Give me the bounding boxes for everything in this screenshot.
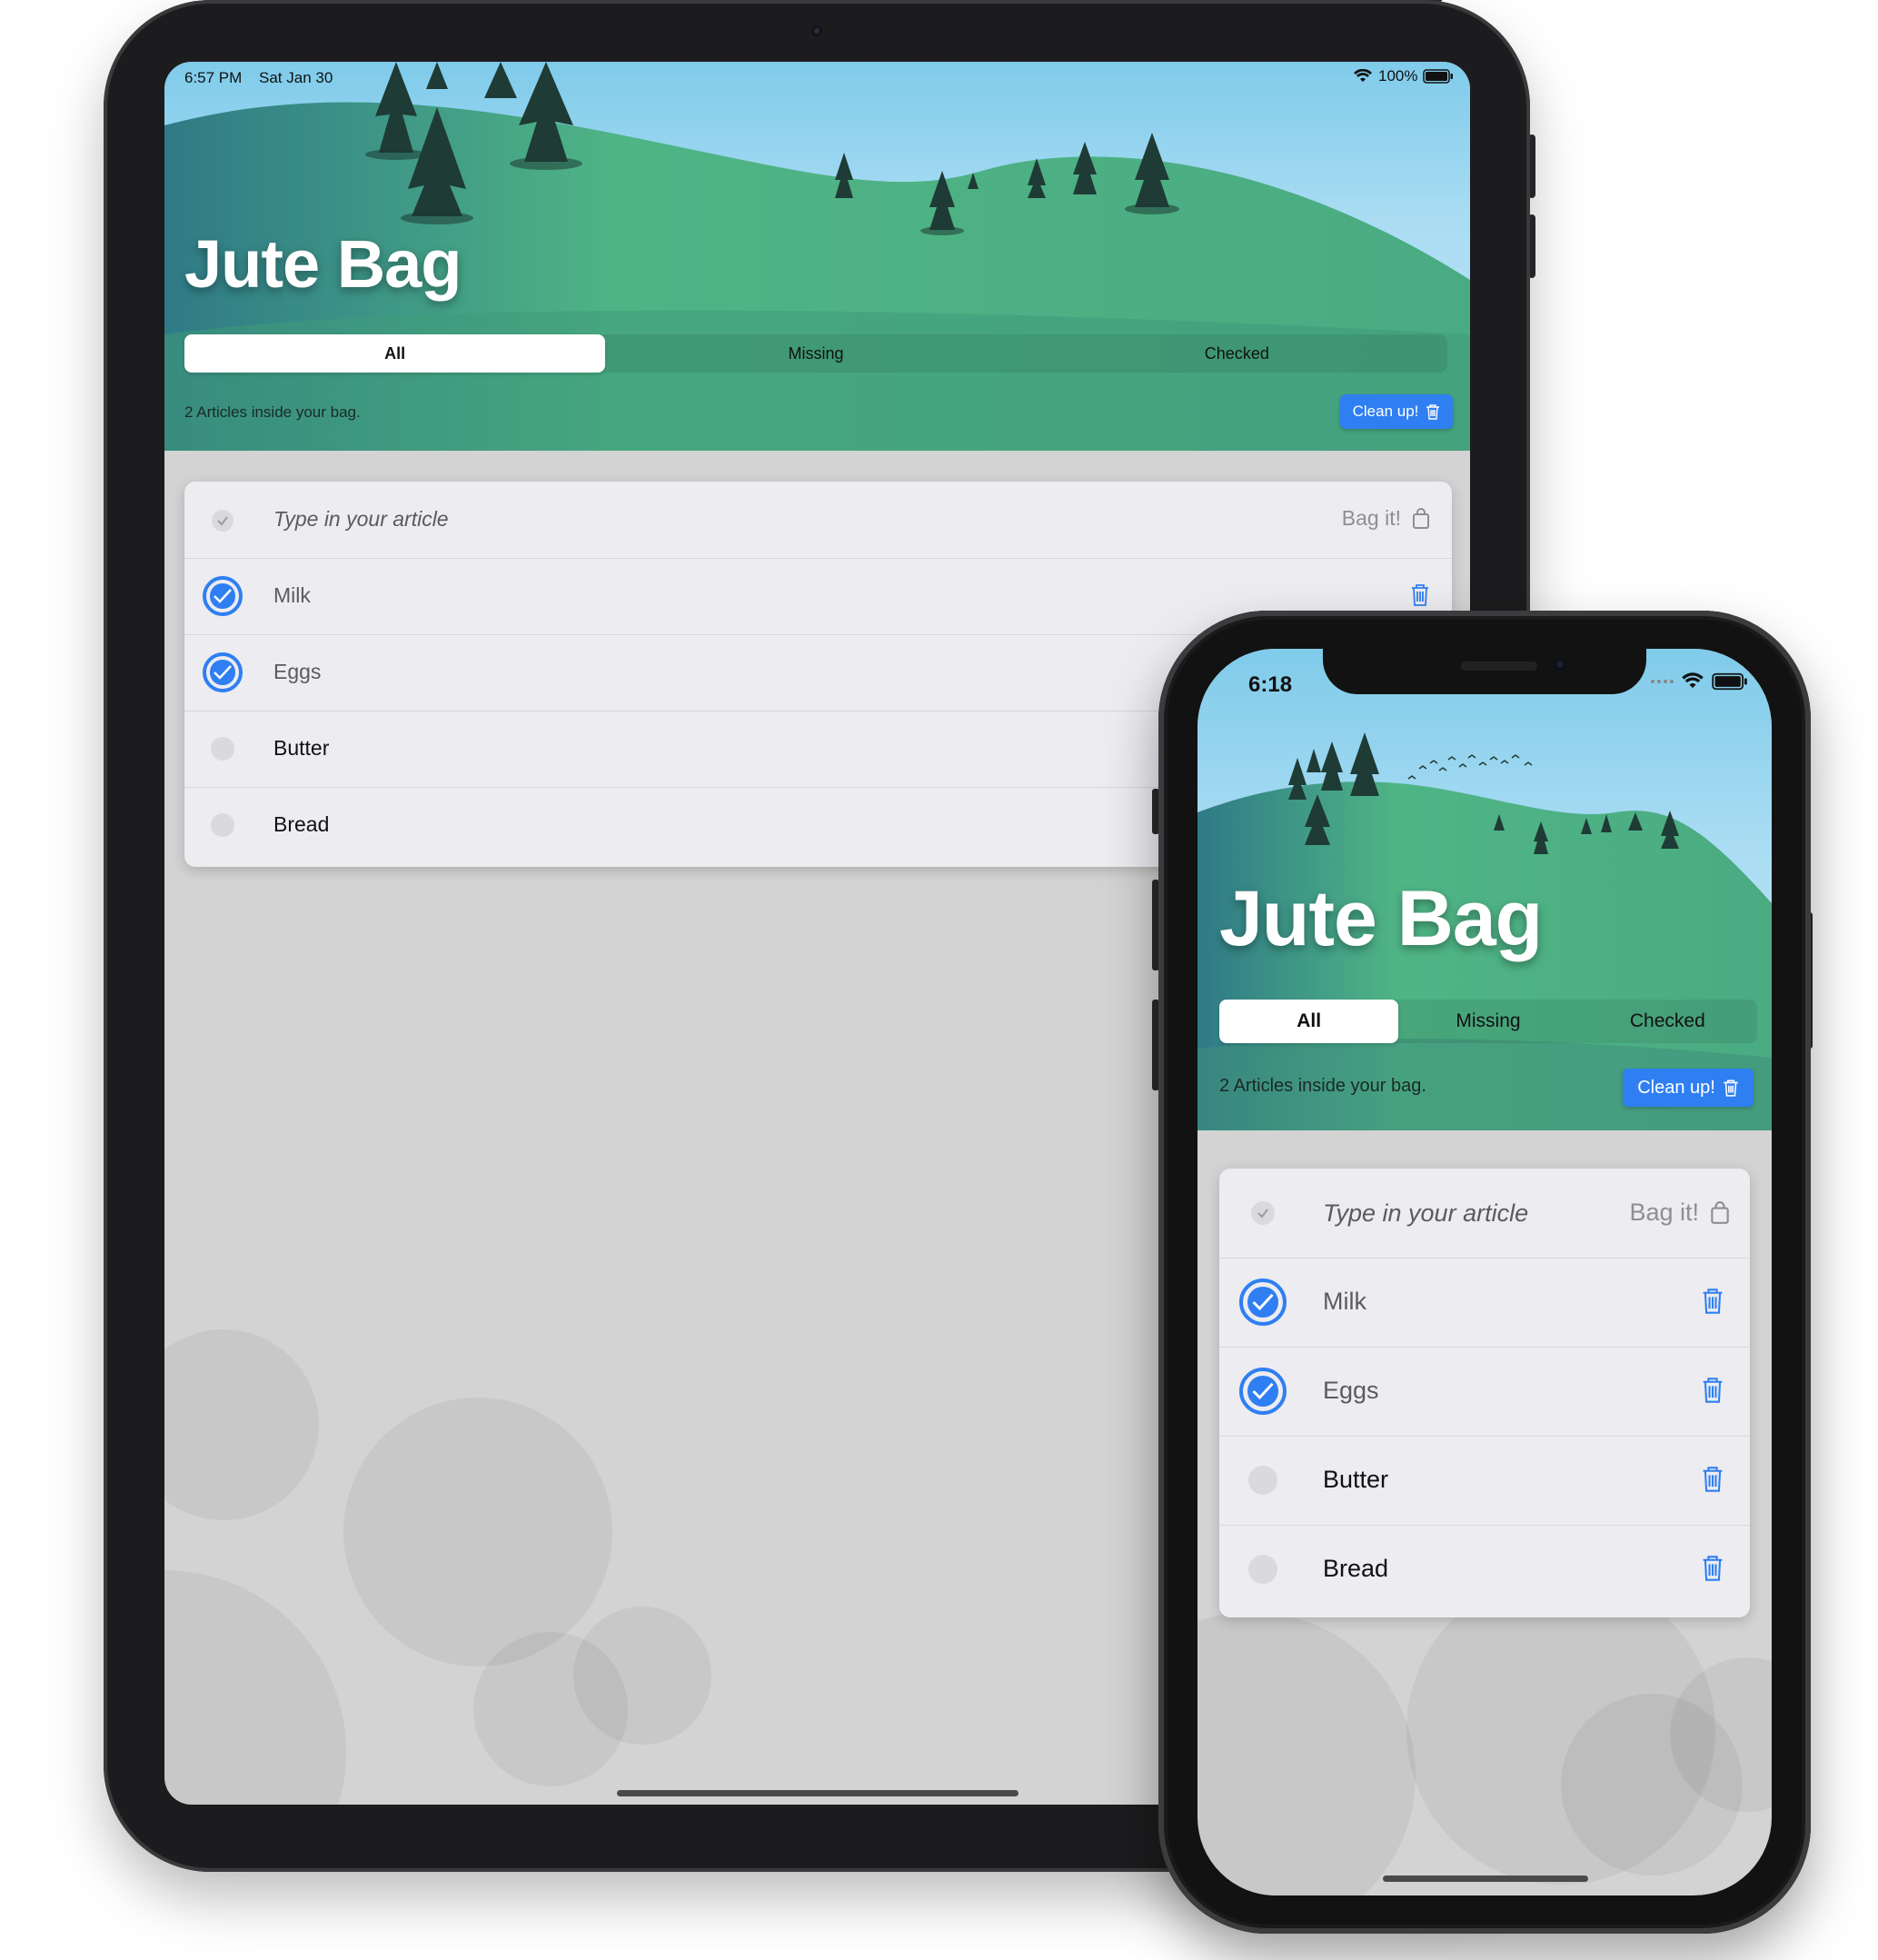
background-bubble <box>1197 1612 1416 1895</box>
checkmark-icon <box>214 665 232 680</box>
header-banner: 6:57 PM Sat Jan 30 100% Jute Bag All Mis… <box>164 62 1470 451</box>
background-bubble <box>164 1329 319 1520</box>
tab-checked[interactable]: Checked <box>1578 1000 1757 1043</box>
signal-icon <box>1651 680 1674 683</box>
app-title: Jute Bag <box>184 226 462 302</box>
article-list: Type in your article Bag it! Milk Eggs B… <box>1219 1169 1750 1617</box>
bag-it-label: Bag it! <box>1629 1199 1699 1226</box>
wifi-icon <box>1354 69 1372 82</box>
background-bubble <box>343 1398 612 1666</box>
trash-icon[interactable] <box>1410 583 1430 607</box>
trash-icon[interactable] <box>1701 1466 1724 1493</box>
app-title: Jute Bag <box>1219 875 1543 962</box>
item-checkbox-unchecked[interactable] <box>1248 1555 1277 1584</box>
filter-segmented-control: All Missing Checked <box>1219 1000 1757 1043</box>
home-indicator[interactable] <box>1383 1875 1588 1882</box>
item-label: Butter <box>273 736 330 760</box>
checkmark-icon <box>1257 1209 1268 1219</box>
item-label: Bread <box>1323 1555 1389 1582</box>
clean-up-label: Clean up! <box>1352 403 1419 420</box>
status-right <box>1650 672 1748 691</box>
clean-up-button[interactable]: Clean up! <box>1340 394 1453 429</box>
list-item[interactable]: Milk <box>1219 1258 1750 1348</box>
bag-it-label: Bag it! <box>1341 506 1401 530</box>
clean-up-button[interactable]: Clean up! <box>1623 1069 1754 1107</box>
item-label: Eggs <box>1323 1377 1379 1404</box>
home-indicator[interactable] <box>617 1790 1018 1796</box>
background-bubble <box>164 1570 346 1805</box>
articles-count-text: 2 Articles inside your bag. <box>184 403 361 421</box>
item-label: Butter <box>1323 1466 1389 1493</box>
item-checkbox-unchecked[interactable] <box>211 813 234 837</box>
filter-segmented-control: All Missing Checked <box>184 334 1447 373</box>
tab-all[interactable]: All <box>184 334 606 373</box>
item-checkbox-unchecked[interactable] <box>211 737 234 761</box>
checkmark-icon <box>1252 1382 1274 1400</box>
trash-icon[interactable] <box>1701 1555 1724 1582</box>
battery-icon <box>1423 69 1454 84</box>
battery-percent: 100% <box>1378 67 1418 85</box>
wifi-icon <box>1682 672 1704 689</box>
earpiece-speaker <box>1461 662 1537 671</box>
item-label: Milk <box>1323 1288 1366 1315</box>
status-time: 6:18 <box>1248 672 1293 697</box>
checkmark-icon <box>217 516 228 526</box>
bag-it-button[interactable]: Bag it! <box>1342 506 1430 531</box>
bag-it-button[interactable]: Bag it! <box>1629 1199 1730 1227</box>
clean-up-label: Clean up! <box>1637 1077 1715 1098</box>
tab-missing[interactable]: Missing <box>605 334 1026 373</box>
background-bubble <box>573 1607 711 1745</box>
bag-icon <box>1413 507 1429 529</box>
list-item[interactable]: Butter <box>1219 1436 1750 1526</box>
tab-checked[interactable]: Checked <box>1027 334 1447 373</box>
article-input[interactable]: Type in your article <box>273 507 449 532</box>
header-banner: 6:18 Jute Bag All Missing Checked 2 Arti… <box>1197 649 1772 1130</box>
trash-icon <box>1724 1079 1738 1097</box>
status-right: 100% <box>1353 67 1454 85</box>
front-camera <box>1554 658 1566 671</box>
trash-icon <box>1426 404 1440 420</box>
item-checkbox-unchecked[interactable] <box>1248 1466 1277 1495</box>
item-label: Eggs <box>273 660 322 683</box>
status-date: Sat Jan 30 <box>259 69 333 86</box>
articles-count-text: 2 Articles inside your bag. <box>1219 1076 1426 1096</box>
trash-icon[interactable] <box>1701 1377 1724 1404</box>
new-article-row: Type in your article Bag it! <box>1219 1169 1750 1259</box>
bag-icon <box>1711 1200 1729 1224</box>
tab-all[interactable]: All <box>1219 1000 1399 1043</box>
new-article-row: Type in your article Bag it! <box>184 482 1452 559</box>
trash-icon[interactable] <box>1701 1288 1724 1315</box>
list-item[interactable]: Eggs <box>1219 1347 1750 1437</box>
battery-icon <box>1712 672 1747 691</box>
item-label: Milk <box>273 583 311 607</box>
ipad-camera <box>811 25 822 36</box>
checkmark-icon <box>214 589 232 603</box>
iphone-screen: 6:18 Jute Bag All Missing Checked 2 Arti… <box>1197 649 1772 1895</box>
tab-missing[interactable]: Missing <box>1398 1000 1577 1043</box>
item-label: Bread <box>273 812 330 836</box>
list-item[interactable]: Bread <box>1219 1525 1750 1617</box>
iphone-notch <box>1323 649 1646 694</box>
checkmark-icon <box>1252 1293 1274 1311</box>
article-input[interactable]: Type in your article <box>1323 1199 1528 1228</box>
status-time: 6:57 PM <box>184 69 243 86</box>
